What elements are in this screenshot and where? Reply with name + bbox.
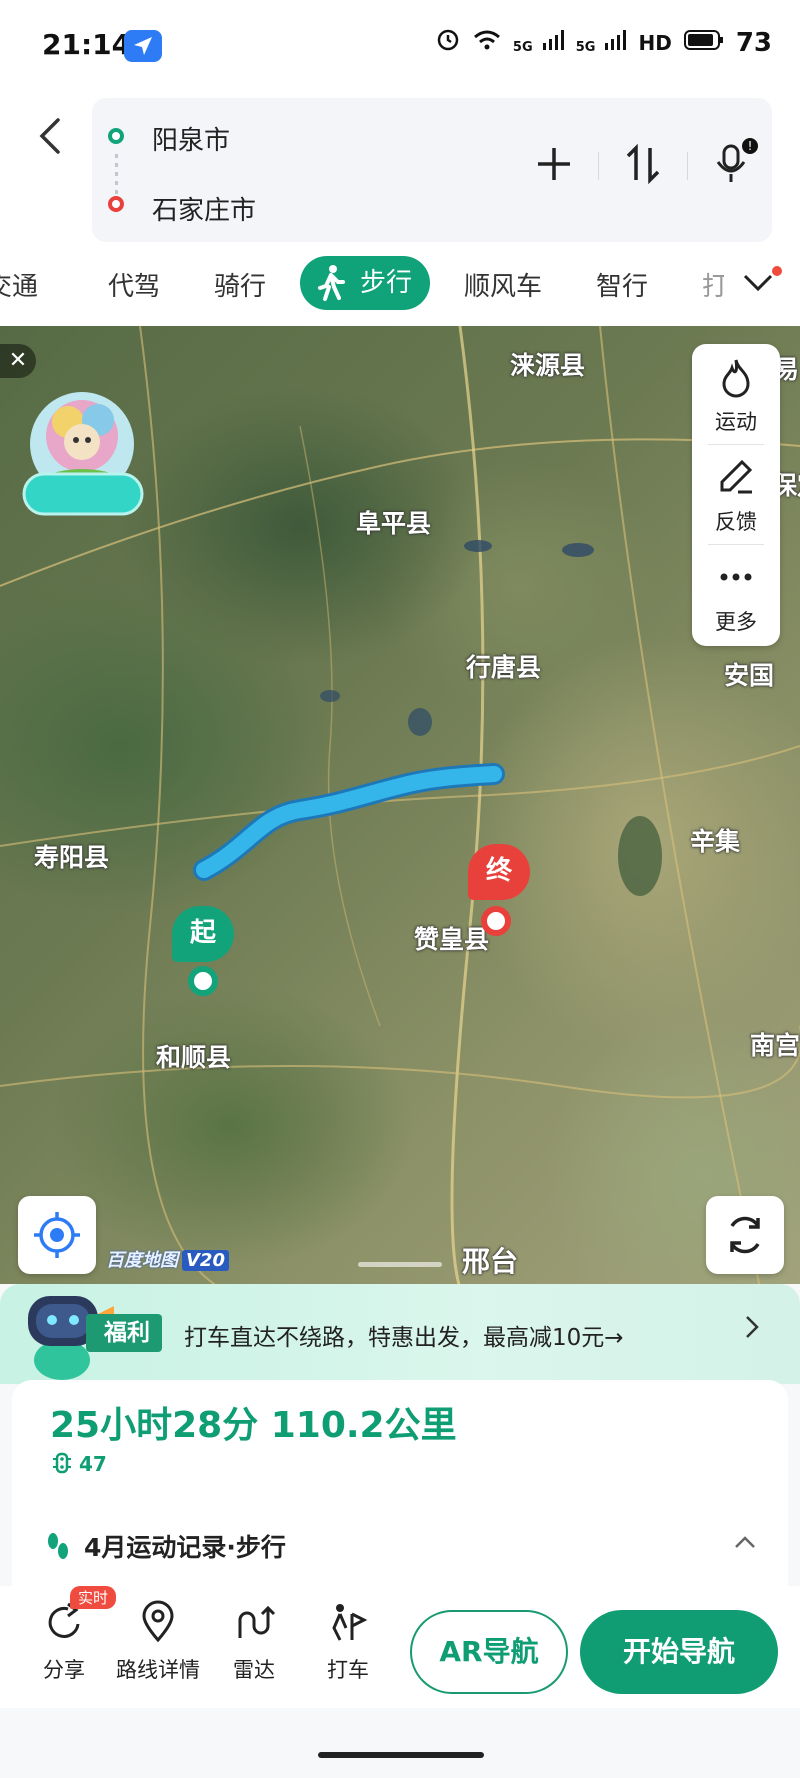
tab-smart-travel[interactable]: 智行: [596, 266, 648, 303]
tab-taxi[interactable]: 打: [702, 266, 724, 303]
map-label-zanhuang: 赞皇县: [414, 925, 490, 954]
end-point-icon: [108, 196, 124, 212]
voice-alert-icon: !: [742, 138, 758, 154]
battery-level: 73: [735, 27, 772, 58]
tab-chauffeur[interactable]: 代驾: [108, 266, 160, 303]
promo-text: 打车直达不绕路，特惠出发，最高减10元→: [184, 1325, 624, 1351]
swap-icon: [626, 143, 660, 185]
tab-cycling[interactable]: 骑行: [214, 266, 266, 303]
plus-icon: [538, 148, 570, 180]
map-watermark: 百度地图 V20: [106, 1246, 229, 1272]
route-panel: 福利 打车直达不绕路，特惠出发，最高减10元→ 25小时28分 110.2公里 …: [0, 1284, 800, 1778]
map-view[interactable]: 涞源县 易 保定 阜平县 行唐县 安国 辛集 寿阳县 赞皇县 和顺县 南宫 邢台…: [0, 326, 800, 1288]
edit-pencil-icon: [720, 459, 753, 494]
tab-walking[interactable]: 步行: [300, 256, 431, 310]
start-marker[interactable]: [188, 966, 218, 996]
map-label-nangong: 南宫: [750, 1031, 800, 1060]
footprints-icon: [48, 1533, 68, 1559]
back-button[interactable]: [34, 116, 68, 156]
map-label-shouyang: 寿阳县: [34, 843, 110, 872]
refresh-icon: [730, 1216, 760, 1254]
traffic-lights-count: 47: [52, 1452, 107, 1476]
start-navigation-button[interactable]: 开始导航: [580, 1610, 778, 1694]
route-duration-distance: 25小时28分 110.2公里: [50, 1405, 457, 1446]
signal-2-icon: 5G: [576, 28, 627, 58]
map-label-xingtai: 邢台: [462, 1245, 519, 1278]
transport-mode-tabs: 交通 代驾 骑行 步行 顺风车 智行 打: [0, 254, 800, 314]
more-tabs-button[interactable]: [742, 266, 782, 300]
chevron-up-icon[interactable]: [734, 1530, 756, 1555]
add-waypoint-button[interactable]: [534, 144, 574, 188]
tab-carpool[interactable]: 顺风车: [464, 266, 542, 303]
start-point-icon: [108, 128, 124, 144]
locate-me-button[interactable]: [18, 1196, 96, 1274]
route-detail-button[interactable]: 路线详情: [116, 1600, 200, 1684]
chevron-down-icon: [743, 274, 773, 292]
status-bar: 21:14 5G 5G HD 73: [0, 0, 800, 92]
flame-icon: [722, 359, 750, 398]
close-icon[interactable]: ✕: [0, 344, 36, 378]
traffic-light-icon: [53, 1452, 71, 1474]
location-arrow-icon: [124, 30, 162, 62]
end-marker[interactable]: [481, 906, 511, 936]
chevron-left-icon: [39, 118, 60, 154]
live-badge: 实时: [70, 1586, 117, 1609]
map-label-laiyuan: 涞源县: [510, 351, 586, 380]
hd-icon: HD: [638, 30, 672, 55]
map-drag-handle[interactable]: [358, 1262, 442, 1267]
walking-icon: [318, 265, 345, 301]
action-bar: 分享 实时 路线详情 雷达 打车 AR导航 开始导航: [0, 1586, 800, 1708]
signal-1-icon: 5G: [513, 28, 564, 58]
map-label-xinji: 辛集: [690, 827, 741, 856]
mascot-icon: [22, 392, 144, 516]
locate-crosshair-icon: [34, 1212, 80, 1258]
battery-icon: [683, 28, 724, 58]
mascot-widget[interactable]: [22, 388, 144, 516]
share-button[interactable]: 分享: [42, 1600, 86, 1684]
start-marker-badge[interactable]: 起: [172, 906, 234, 962]
ar-navigation-button[interactable]: AR导航: [410, 1610, 568, 1694]
notification-dot: [772, 266, 782, 276]
map-label-fuping: 阜平县: [356, 509, 432, 538]
end-location-field[interactable]: 石家庄市: [152, 190, 256, 227]
taxi-button[interactable]: 打车: [326, 1600, 370, 1684]
location-pin-icon: [142, 1600, 174, 1643]
sport-button[interactable]: 运动: [692, 356, 780, 436]
divider: [687, 152, 688, 180]
promo-banner[interactable]: 福利 打车直达不绕路，特惠出发，最高减10元→: [0, 1284, 800, 1384]
more-button[interactable]: 更多: [692, 556, 780, 636]
map-label-anguo: 安国: [724, 661, 775, 690]
tab-transit[interactable]: 交通: [0, 266, 38, 303]
map-label-xingtang: 行唐县: [466, 653, 542, 682]
more-dots-icon: [720, 573, 752, 581]
radar-button[interactable]: 雷达: [232, 1600, 276, 1684]
alarm-icon: [435, 26, 461, 59]
status-indicators: 5G 5G HD 73: [435, 26, 772, 59]
route-input-box: 阳泉市 石家庄市 !: [92, 98, 772, 242]
promo-badge: 福利: [86, 1314, 162, 1352]
radar-icon: [238, 1605, 276, 1638]
voice-input-button[interactable]: !: [712, 138, 758, 190]
end-marker-badge[interactable]: 终: [468, 844, 530, 900]
swap-route-button[interactable]: [623, 143, 663, 188]
status-time: 21:14: [42, 28, 132, 61]
divider: [598, 152, 599, 180]
wifi-icon: [473, 28, 501, 58]
sport-record-row[interactable]: 4月运动记录·步行: [44, 1528, 286, 1564]
map-side-toolbar: 运动 反馈 更多: [692, 344, 780, 646]
route-connector: [115, 154, 118, 194]
feedback-button[interactable]: 反馈: [692, 456, 780, 536]
chevron-right-icon: [744, 1314, 760, 1347]
home-indicator[interactable]: [318, 1752, 484, 1758]
map-label-heshun: 和顺县: [156, 1043, 232, 1072]
refresh-route-button[interactable]: [706, 1196, 784, 1274]
start-location-field[interactable]: 阳泉市: [152, 120, 230, 157]
taxi-person-icon: [332, 1604, 368, 1641]
